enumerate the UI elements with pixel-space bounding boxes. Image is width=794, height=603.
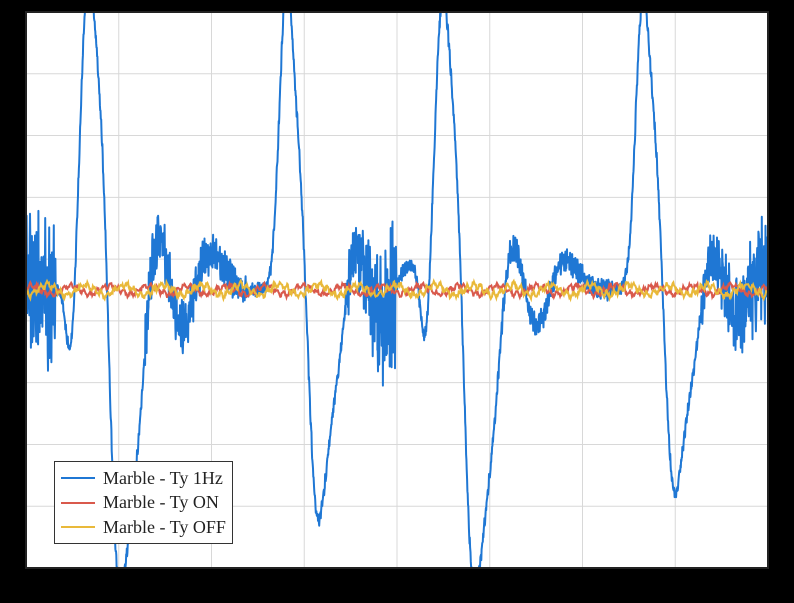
legend: Marble - Ty 1HzMarble - Ty ONMarble - Ty… [54,461,233,544]
legend-item: Marble - Ty OFF [61,515,226,539]
legend-label: Marble - Ty OFF [103,515,226,539]
figure: Marble - Ty 1HzMarble - Ty ONMarble - Ty… [0,0,794,603]
legend-label: Marble - Ty ON [103,490,219,514]
legend-item: Marble - Ty 1Hz [61,466,226,490]
legend-swatch [61,477,95,479]
legend-item: Marble - Ty ON [61,490,226,514]
legend-swatch [61,502,95,504]
legend-label: Marble - Ty 1Hz [103,466,223,490]
legend-swatch [61,526,95,528]
